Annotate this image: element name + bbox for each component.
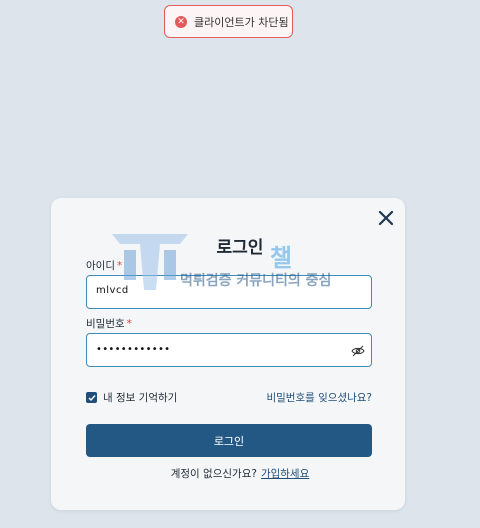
signup-link[interactable]: 가입하세요 [261,468,309,480]
no-account-text: 계정이 없으신가요? [170,468,257,480]
password-field[interactable]: •••••••••••• [86,333,372,367]
remember-checkbox[interactable] [86,392,97,403]
remember-label: 내 정보 기억하기 [103,392,178,404]
forgot-password-link[interactable]: 비밀번호를 잊으셨나요? [266,390,372,405]
login-title: 로그인 [216,238,264,258]
error-x-icon: ✕ [175,15,187,28]
id-value: mlvcd [96,285,129,296]
signup-prompt: 계정이 없으신가요? 가입하세요 [0,466,480,481]
password-value: •••••••••••• [96,344,171,355]
remember-me[interactable]: 내 정보 기억하기 [86,390,177,405]
login-button[interactable]: 로그인 [86,424,372,457]
password-label: 비밀번호 * [86,318,132,330]
error-toast: ✕ 클라이언트가 차단됨 [164,5,293,38]
toast-message: 클라이언트가 차단됨 [194,15,289,29]
id-label: 아이디 * [86,260,123,272]
id-field[interactable]: mlvcd [86,275,372,309]
check-icon [88,394,96,401]
eye-slash-icon[interactable] [351,344,365,358]
close-icon[interactable] [376,208,396,228]
